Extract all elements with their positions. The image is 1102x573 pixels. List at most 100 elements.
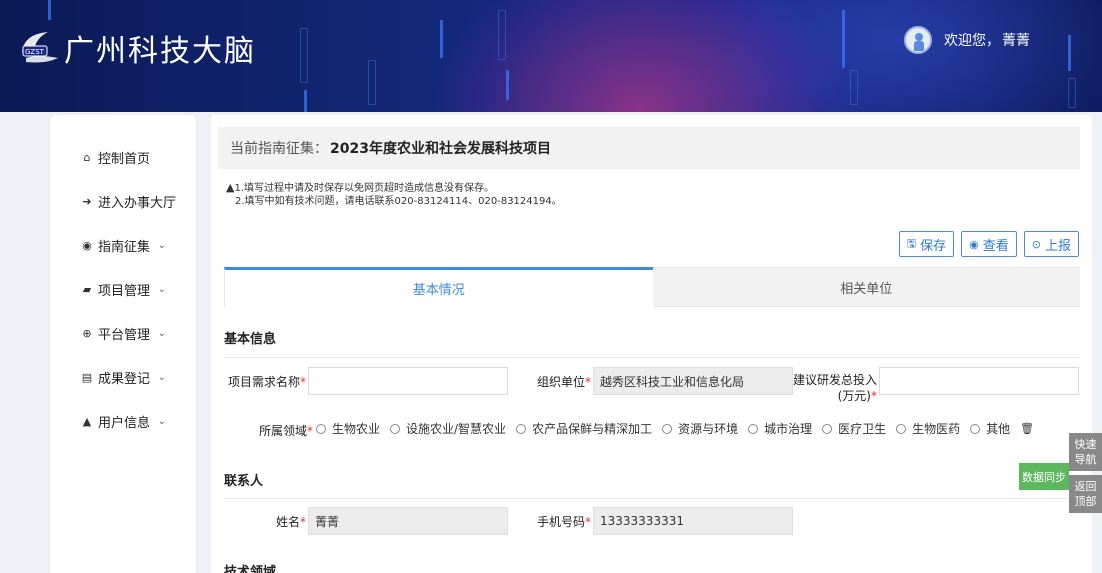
- divider: [224, 498, 1080, 499]
- chevron-down-icon: ⌄: [157, 283, 166, 295]
- radio-circle-icon[interactable]: [316, 423, 326, 434]
- field-radio-option[interactable]: 设施农业/智慧农业: [390, 420, 506, 437]
- document-icon: ▤: [81, 370, 93, 384]
- user-icon: ▲: [82, 414, 92, 428]
- compass-icon: ◉: [82, 238, 92, 252]
- radio-label: 生物医药: [912, 422, 961, 436]
- section-tech-title: 技术领域: [224, 565, 277, 573]
- radio-label: 生物农业: [332, 422, 381, 436]
- guide-title: 2023年度农业和社会发展科技项目: [330, 141, 551, 157]
- field-radio-option[interactable]: 农产品保鲜与精深加工: [516, 420, 652, 437]
- phone-field: 13333333331: [593, 507, 793, 535]
- contact-name-field: 菁菁: [308, 507, 508, 535]
- gzst-logo-icon: GZST: [18, 28, 62, 68]
- back-to-top-button[interactable]: 返回 顶部: [1069, 475, 1102, 513]
- sidebar-item-label: 控制首页: [98, 151, 151, 167]
- field-radio-group: 生物农业 设施农业/智慧农业 农产品保鲜与精深加工 资源与环境 城市治理 医疗卫生 生物医药…: [316, 420, 1034, 437]
- radio-label: 其他: [986, 422, 1011, 436]
- org-unit-field: 越秀区科技工业和信息化局: [593, 367, 793, 395]
- field-radio-option[interactable]: 城市治理: [748, 420, 812, 437]
- radio-circle-icon[interactable]: [896, 423, 907, 434]
- svg-text:GZST: GZST: [25, 48, 45, 56]
- radio-circle-icon[interactable]: [822, 423, 833, 434]
- eye-icon: ◉: [969, 237, 979, 251]
- tab-related-units[interactable]: 相关单位: [652, 267, 1080, 307]
- quick-nav-button[interactable]: 快速 导航: [1069, 433, 1102, 471]
- trash-icon[interactable]: 🗑: [1020, 422, 1034, 435]
- investment-label: 建议研发总投入 (万元)*: [793, 373, 878, 403]
- chevron-down-icon: ⌄: [157, 327, 166, 339]
- submit-label: 上报: [1044, 238, 1071, 254]
- phone-label: 手机号码*: [536, 515, 591, 529]
- field-radio-option[interactable]: 资源与环境: [662, 420, 738, 437]
- radio-label: 农产品保鲜与精深加工: [532, 422, 653, 436]
- avatar[interactable]: [904, 26, 932, 54]
- arrow-right-icon: ➜: [82, 194, 92, 208]
- radio-circle-icon[interactable]: [516, 423, 527, 434]
- action-buttons: 🖫 保存 ◉ 查看 ⊙ 上报: [898, 231, 1079, 257]
- welcome-text: 欢迎您，: [944, 33, 1000, 49]
- sidebar-item[interactable]: ▤ 成果登记 ⌄: [50, 355, 196, 399]
- radio-label: 城市治理: [764, 422, 813, 436]
- section-basic-info-title: 基本信息: [224, 332, 277, 347]
- folder-icon: ▰: [82, 282, 92, 296]
- investment-input[interactable]: [879, 367, 1079, 395]
- site-logo[interactable]: GZST 广州科技大脑: [18, 26, 256, 70]
- chevron-down-icon: ⌄: [157, 239, 166, 251]
- main-panel: 当前指南征集： 2023年度农业和社会发展科技项目 ▲1.填写过程中请及时保存以…: [211, 115, 1092, 573]
- divider: [224, 357, 1080, 358]
- tab-basic-info[interactable]: 基本情况: [224, 267, 653, 307]
- current-guide-bar: 当前指南征集： 2023年度农业和社会发展科技项目: [218, 127, 1080, 169]
- sidebar-item[interactable]: ▲ 用户信息 ⌄: [50, 399, 196, 443]
- view-button[interactable]: ◉ 查看: [961, 231, 1017, 257]
- radio-label: 设施农业/智慧农业: [406, 422, 507, 436]
- guide-prefix: 当前指南征集：: [230, 141, 328, 157]
- header-banner: GZST 广州科技大脑 欢迎您， 菁菁: [0, 0, 1102, 112]
- field-radio-option[interactable]: 生物农业: [316, 420, 380, 437]
- upload-icon: ⊙: [1031, 237, 1041, 251]
- radio-circle-icon[interactable]: [390, 423, 401, 434]
- radio-label: 资源与环境: [678, 422, 739, 436]
- field-radio-option[interactable]: 生物医药: [896, 420, 960, 437]
- chevron-down-icon: ⌄: [157, 371, 166, 383]
- form-tabs: 基本情况 相关单位: [224, 267, 1080, 307]
- contact-name-label: 姓名*: [275, 515, 306, 529]
- sidebar-item[interactable]: ⌂ 控制首页: [50, 135, 196, 179]
- site-title: 广州科技大脑: [64, 34, 256, 69]
- radio-circle-icon[interactable]: [748, 423, 759, 434]
- platform-icon: ⊕: [82, 326, 92, 340]
- view-label: 查看: [982, 238, 1009, 254]
- sidebar-nav: ⌂ 控制首页 ➜ 进入办事大厅 ◉ 指南征集 ⌄ ▰ 项目管理 ⌄ ⊕ 平台管理 ⌄ ▤ 成果登记 ⌄ ▲ 用户信…: [50, 115, 196, 573]
- sidebar-item[interactable]: ⊕ 平台管理 ⌄: [50, 311, 196, 355]
- submit-button[interactable]: ⊙ 上报: [1023, 231, 1079, 257]
- sidebar-item[interactable]: ▰ 项目管理 ⌄: [50, 267, 196, 311]
- field-radio-option[interactable]: 医疗卫生: [822, 420, 886, 437]
- sidebar-item[interactable]: ➜ 进入办事大厅: [50, 179, 196, 223]
- data-sync-button[interactable]: 数据同步: [1019, 463, 1069, 490]
- user-welcome[interactable]: 欢迎您， 菁菁: [904, 26, 1030, 54]
- sidebar-item-label: 进入办事大厅: [98, 195, 177, 211]
- sidebar-item-label: 成果登记: [98, 371, 151, 387]
- radio-circle-icon[interactable]: [662, 423, 673, 434]
- notice-text: ▲1.填写过程中请及时保存以免网页超时造成信息没有保存。 2.填写中如有技术问题…: [226, 181, 562, 208]
- radio-circle-icon[interactable]: [970, 423, 981, 434]
- field-radio-option[interactable]: 其他: [970, 420, 1010, 437]
- username[interactable]: 菁菁: [1002, 30, 1030, 50]
- field-label: 所属领域*: [258, 424, 313, 438]
- sidebar-item-label: 平台管理: [98, 327, 151, 343]
- sidebar-item-label: 指南征集: [98, 239, 151, 255]
- floating-nav: 快速 导航 返回 顶部: [1069, 433, 1102, 517]
- save-button[interactable]: 🖫 保存: [898, 231, 955, 257]
- org-unit-label: 组织单位*: [536, 375, 591, 389]
- sidebar-item-label: 用户信息: [98, 415, 151, 431]
- save-icon: 🖫: [906, 236, 917, 250]
- notice-line-1: 1.填写过程中请及时保存以免网页超时造成信息没有保存。: [234, 183, 495, 194]
- save-label: 保存: [920, 238, 947, 254]
- sidebar-item-label: 项目管理: [98, 283, 151, 299]
- notice-line-2: 2.填写中如有技术问题，请电话联系020-83124114、020-831241…: [235, 196, 562, 207]
- project-name-input[interactable]: [308, 367, 508, 395]
- chevron-down-icon: ⌄: [157, 415, 166, 427]
- section-contact-title: 联系人: [224, 474, 264, 489]
- sidebar-item[interactable]: ◉ 指南征集 ⌄: [50, 223, 196, 267]
- home-icon: ⌂: [83, 150, 91, 164]
